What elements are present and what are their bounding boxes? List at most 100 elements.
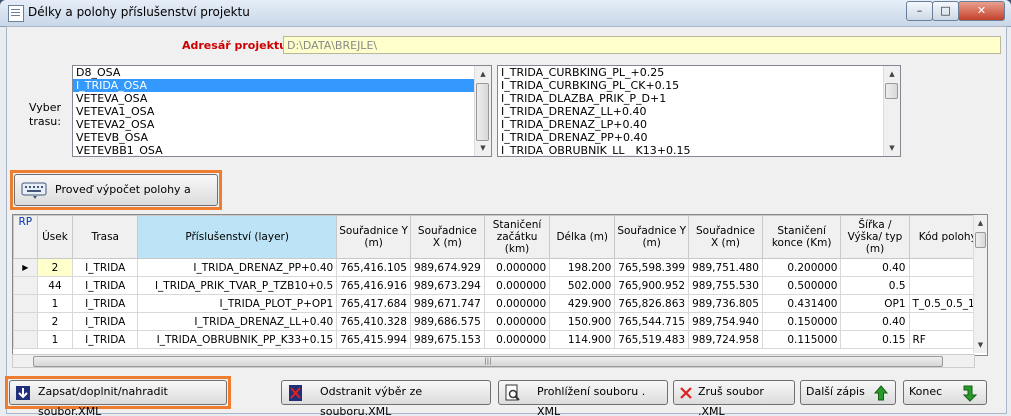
route-list-item[interactable]: VETEVB_OSA bbox=[73, 131, 491, 144]
grid-vscroll[interactable]: ▲ ▼ bbox=[973, 215, 987, 353]
close-button[interactable]: ✕ bbox=[958, 1, 1005, 21]
table-cell[interactable]: 0.500000 bbox=[761, 276, 842, 295]
row-indicator[interactable] bbox=[13, 312, 38, 331]
table-cell[interactable]: 429.900 bbox=[549, 294, 616, 313]
table-cell[interactable]: I_TRIDA bbox=[72, 276, 139, 295]
compute-button[interactable]: Proveď výpočet polohy a délek bbox=[14, 174, 218, 226]
table-cell[interactable]: 989,736.805 bbox=[688, 294, 763, 313]
table-cell[interactable]: 198.200 bbox=[549, 258, 616, 277]
table-cell[interactable]: 0.15 bbox=[840, 330, 910, 349]
table-row[interactable]: 1 I_TRIDA I_TRIDA_OBRUBNIK_PP_K33+0.15 765,… bbox=[13, 330, 987, 349]
table-cell[interactable]: I_TRIDA bbox=[72, 258, 139, 277]
row-indicator[interactable] bbox=[13, 294, 38, 313]
table-cell[interactable]: 0.200000 bbox=[761, 258, 842, 277]
table-cell[interactable]: 44 bbox=[36, 276, 74, 295]
table-cell[interactable]: 989,755.530 bbox=[688, 276, 763, 295]
write-xml-button[interactable]: Zapsat/doplnit/nahradit soubor.XML bbox=[9, 380, 227, 416]
scroll-down-icon[interactable]: ▼ bbox=[974, 337, 987, 353]
table-cell[interactable]: 989,751.480 bbox=[688, 258, 763, 277]
table-cell[interactable]: I_TRIDA bbox=[72, 294, 139, 313]
table-cell[interactable]: 989,673.294 bbox=[410, 276, 485, 295]
layer-list-item[interactable]: I_TRIDA_OBRUBNIK_LL__K13+0.15 bbox=[498, 144, 900, 156]
table-cell[interactable]: 0.000000 bbox=[483, 258, 551, 277]
layer-listbox-scrollbar[interactable]: ▲ ▼ bbox=[883, 66, 900, 156]
row-indicator[interactable] bbox=[13, 276, 38, 295]
table-cell[interactable]: 765,416.916 bbox=[336, 276, 411, 295]
scroll-up-icon[interactable]: ▲ bbox=[974, 215, 987, 231]
table-cell[interactable]: 989,674.929 bbox=[410, 258, 485, 277]
table-cell[interactable]: 989,686.575 bbox=[410, 312, 485, 331]
table-row[interactable]: 1 I_TRIDA I_TRIDA_PLOT_P+OP1 765,417.684 989… bbox=[13, 294, 987, 313]
scroll-down-icon[interactable]: ▼ bbox=[475, 140, 491, 156]
column-header[interactable]: Šířka / Výška/ typ (m) bbox=[840, 215, 910, 259]
scroll-thumb[interactable] bbox=[975, 232, 986, 248]
column-header[interactable]: Souřadnice X (m) bbox=[410, 215, 485, 259]
layer-list-item[interactable]: I_TRIDA_DRENAZ_LP+0.40 bbox=[498, 118, 900, 131]
table-row[interactable]: 44 I_TRIDA I_TRIDA_PRIK_TVAR_P_TZB10+0.5 76… bbox=[13, 276, 987, 295]
table-cell[interactable]: 765,826.863 bbox=[614, 294, 690, 313]
column-header[interactable]: Příslušenství (layer) bbox=[137, 215, 338, 259]
table-cell[interactable]: 502.000 bbox=[549, 276, 616, 295]
table-cell[interactable]: 989,671.747 bbox=[410, 294, 485, 313]
scroll-thumb[interactable] bbox=[476, 83, 489, 141]
browse-xml-button[interactable]: Prohlížení souboru . XML bbox=[498, 380, 668, 416]
route-listbox-scrollbar[interactable]: ▲ ▼ bbox=[474, 66, 491, 156]
table-cell[interactable]: I_TRIDA bbox=[72, 312, 139, 331]
scroll-up-icon[interactable]: ▲ bbox=[884, 66, 900, 82]
scroll-thumb[interactable] bbox=[885, 83, 898, 99]
column-header[interactable]: Souřadnice Y (m) bbox=[336, 215, 411, 259]
grid-hscroll[interactable]: ||| bbox=[12, 354, 975, 368]
table-cell[interactable]: 765,519.483 bbox=[614, 330, 690, 349]
table-cell[interactable]: 989,675.153 bbox=[410, 330, 485, 349]
row-indicator[interactable] bbox=[13, 330, 38, 349]
table-cell[interactable]: 765,544.715 bbox=[614, 312, 690, 331]
table-cell[interactable]: 2 bbox=[36, 258, 74, 277]
table-cell[interactable]: 765,417.684 bbox=[336, 294, 411, 313]
layer-listbox[interactable]: I_TRIDA_CURBKING_PL_+0.25 I_TRIDA_CURBKIN… bbox=[497, 65, 901, 157]
table-cell[interactable]: 150.900 bbox=[549, 312, 616, 331]
table-cell[interactable]: 1 bbox=[36, 294, 74, 313]
table-row[interactable]: ▶ 2 I_TRIDA I_TRIDA_DRENAZ_PP+0.40 765,416.1… bbox=[13, 258, 987, 277]
table-cell[interactable]: 0.40 bbox=[840, 258, 910, 277]
column-header[interactable]: Staničení začátku (km) bbox=[483, 215, 551, 259]
table-cell[interactable]: 0.115000 bbox=[761, 330, 842, 349]
table-cell[interactable]: 765,415.994 bbox=[336, 330, 411, 349]
table-cell[interactable]: 0.431400 bbox=[761, 294, 842, 313]
next-entry-button[interactable]: Další zápis bbox=[800, 380, 896, 405]
table-cell[interactable]: I_TRIDA_OBRUBNIK_PP_K33+0.15 bbox=[137, 330, 338, 349]
table-cell[interactable]: 114.900 bbox=[549, 330, 616, 349]
table-cell[interactable]: 0.000000 bbox=[483, 330, 551, 349]
route-listbox[interactable]: D8_OSA I_TRIDA_OSA VETEVA_OSA VETEVA1_OSA VE… bbox=[72, 65, 492, 157]
table-cell[interactable]: 0.000000 bbox=[483, 294, 551, 313]
table-cell[interactable]: 765,900.952 bbox=[614, 276, 690, 295]
end-button[interactable]: Konec bbox=[903, 380, 987, 405]
scroll-up-icon[interactable]: ▲ bbox=[475, 66, 491, 82]
column-header[interactable]: Staničení konce (Km) bbox=[761, 215, 842, 259]
column-header[interactable]: Úsek bbox=[36, 215, 74, 259]
maximize-button[interactable]: □ bbox=[932, 1, 959, 21]
table-cell[interactable]: 765,410.328 bbox=[336, 312, 411, 331]
table-row[interactable]: 2 I_TRIDA I_TRIDA_DRENAZ_LL+0.40 765,410.32… bbox=[13, 312, 987, 331]
project-dir-field[interactable]: D:\DATA\BREJLE\ bbox=[283, 36, 1001, 54]
results-grid[interactable]: RP Úsek Trasa Příslušenství (layer) Souřadn… bbox=[12, 214, 988, 356]
column-header[interactable]: Trasa bbox=[72, 215, 139, 259]
table-cell[interactable]: I_TRIDA_PRIK_TVAR_P_TZB10+0.5 bbox=[137, 276, 338, 295]
table-cell[interactable]: 0.5 bbox=[840, 276, 910, 295]
table-cell[interactable]: 1 bbox=[36, 330, 74, 349]
layer-list-item[interactable]: I_TRIDA_CURBKING_PL_CK+0.15 bbox=[498, 79, 900, 92]
table-cell[interactable]: 989,724.958 bbox=[688, 330, 763, 349]
table-cell[interactable]: I_TRIDA bbox=[72, 330, 139, 349]
layer-list-item[interactable]: I_TRIDA_CURBKING_PL_+0.25 bbox=[498, 66, 900, 79]
scroll-thumb[interactable]: ||| bbox=[33, 356, 943, 367]
table-cell[interactable]: 765,416.105 bbox=[336, 258, 411, 277]
route-list-item[interactable]: VETEVA_OSA bbox=[73, 92, 491, 105]
column-header[interactable]: Souřadnice X (m) bbox=[688, 215, 763, 259]
table-cell[interactable]: 0.000000 bbox=[483, 276, 551, 295]
remove-selection-button[interactable]: Odstranit výběr ze souboru.XML bbox=[281, 380, 491, 416]
row-indicator[interactable]: ▶ bbox=[13, 258, 38, 277]
table-cell[interactable]: 989,754.940 bbox=[688, 312, 763, 331]
route-list-item[interactable]: VETEVA2_OSA bbox=[73, 118, 491, 131]
column-header[interactable]: Souřadnice Y (m) bbox=[614, 215, 690, 259]
route-list-item[interactable]: D8_OSA bbox=[73, 66, 491, 79]
table-cell[interactable]: I_TRIDA_DRENAZ_LL+0.40 bbox=[137, 312, 338, 331]
